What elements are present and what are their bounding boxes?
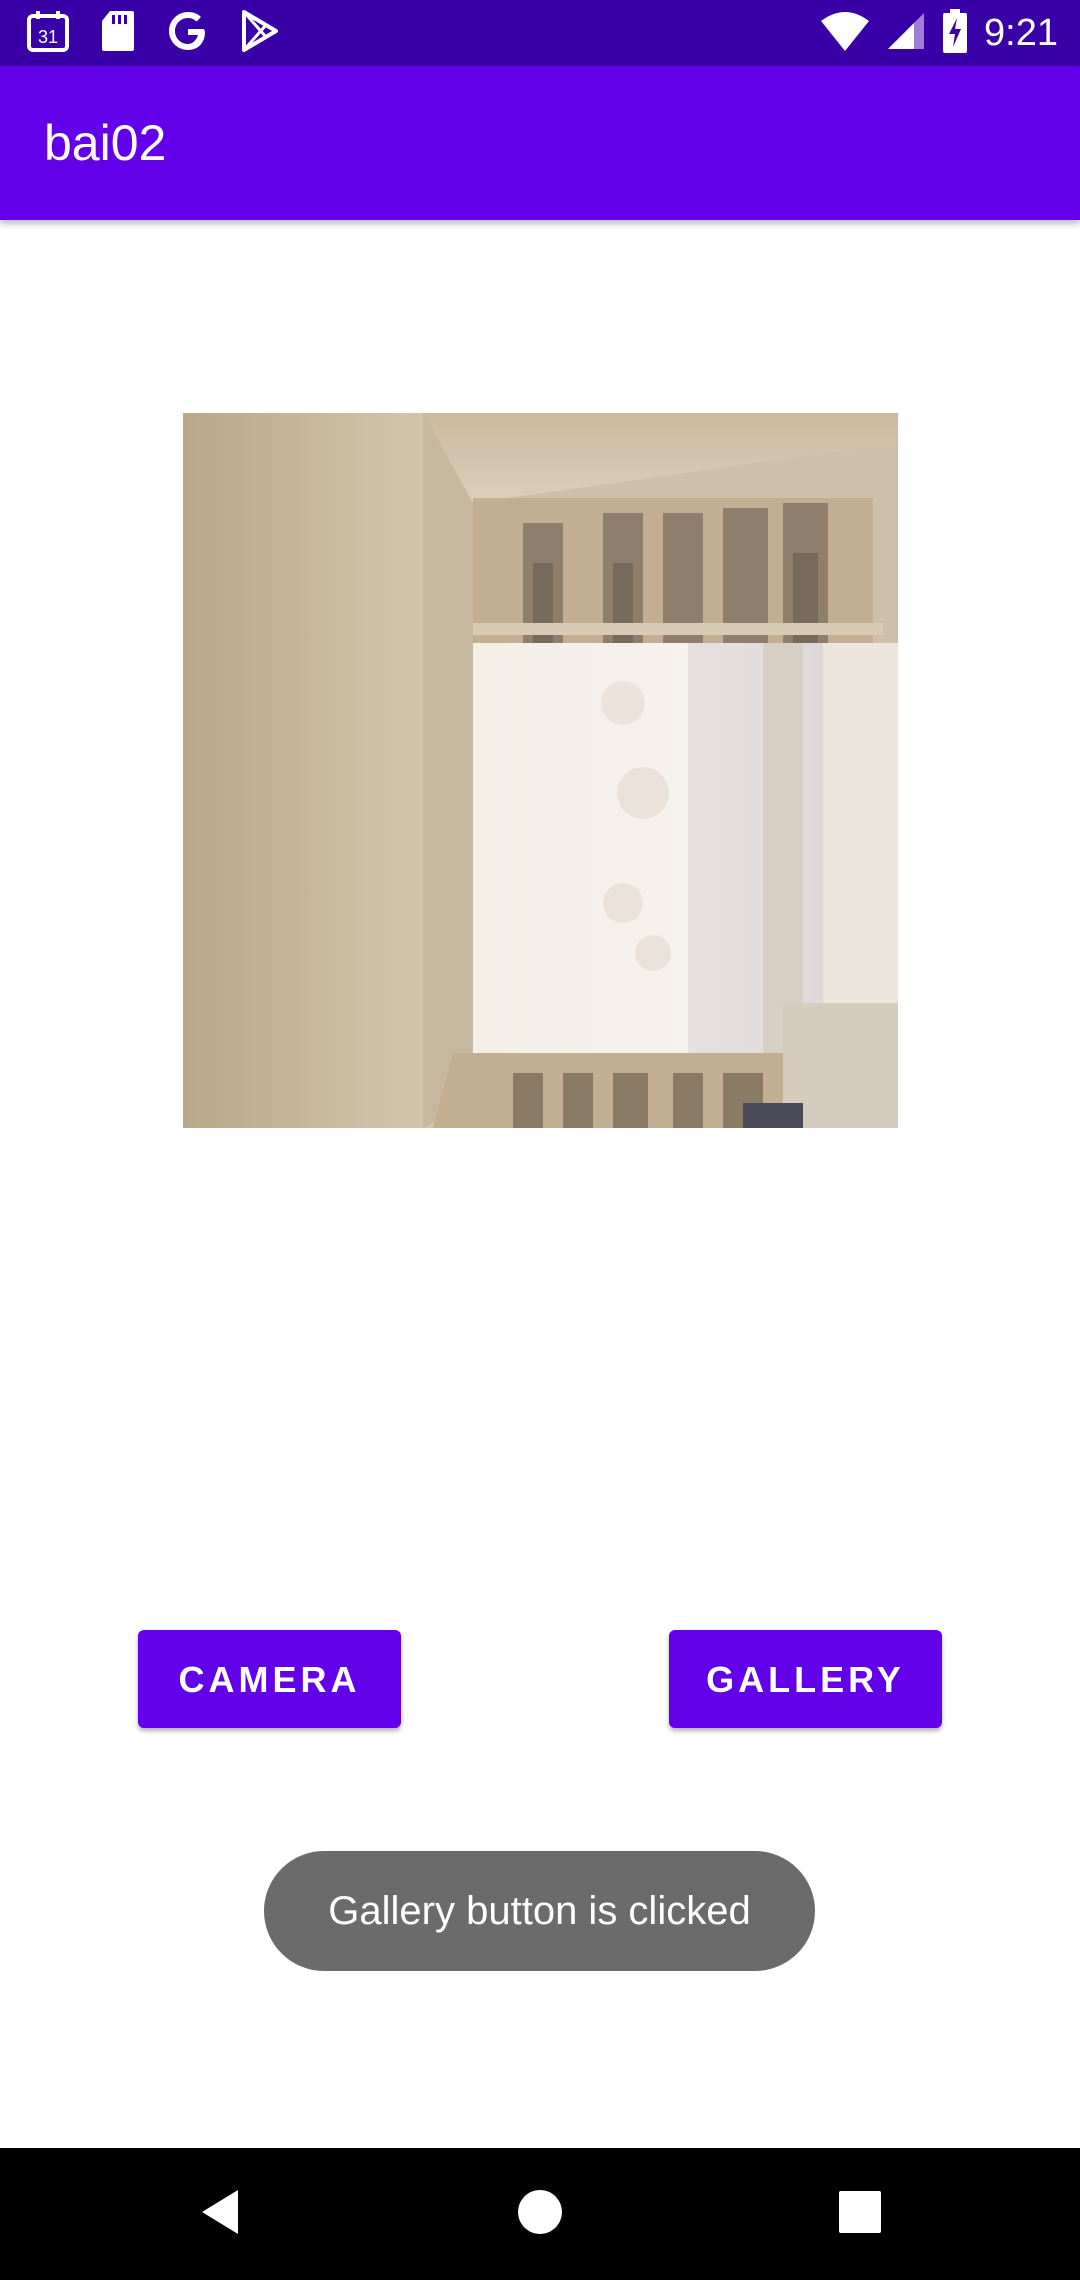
play-store-icon	[240, 9, 280, 58]
signal-icon	[886, 11, 926, 56]
status-left-icons: 31	[26, 9, 280, 58]
home-icon	[517, 2189, 563, 2240]
camera-button[interactable]: CAMERA	[138, 1630, 401, 1728]
home-button[interactable]	[500, 2148, 580, 2280]
gallery-button[interactable]: GALLERY	[669, 1630, 942, 1728]
google-icon	[166, 9, 210, 58]
status-bar: 31 9:21	[0, 0, 1080, 66]
calendar-icon: 31	[26, 9, 70, 58]
wifi-icon	[820, 11, 870, 56]
recents-icon	[839, 2190, 881, 2238]
back-icon	[198, 2188, 242, 2241]
navigation-bar	[0, 2148, 1080, 2280]
sd-card-icon	[100, 9, 136, 58]
photo-image	[183, 413, 898, 1128]
battery-charging-icon	[942, 8, 968, 58]
toast-message: Gallery button is clicked	[264, 1851, 815, 1971]
recents-button[interactable]	[820, 2148, 900, 2280]
status-right-icons: 9:21	[820, 8, 1058, 58]
app-title: bai02	[44, 115, 167, 171]
svg-text:31: 31	[38, 27, 58, 47]
back-button[interactable]	[180, 2148, 260, 2280]
status-time: 9:21	[984, 11, 1058, 54]
app-bar: bai02	[0, 66, 1080, 220]
